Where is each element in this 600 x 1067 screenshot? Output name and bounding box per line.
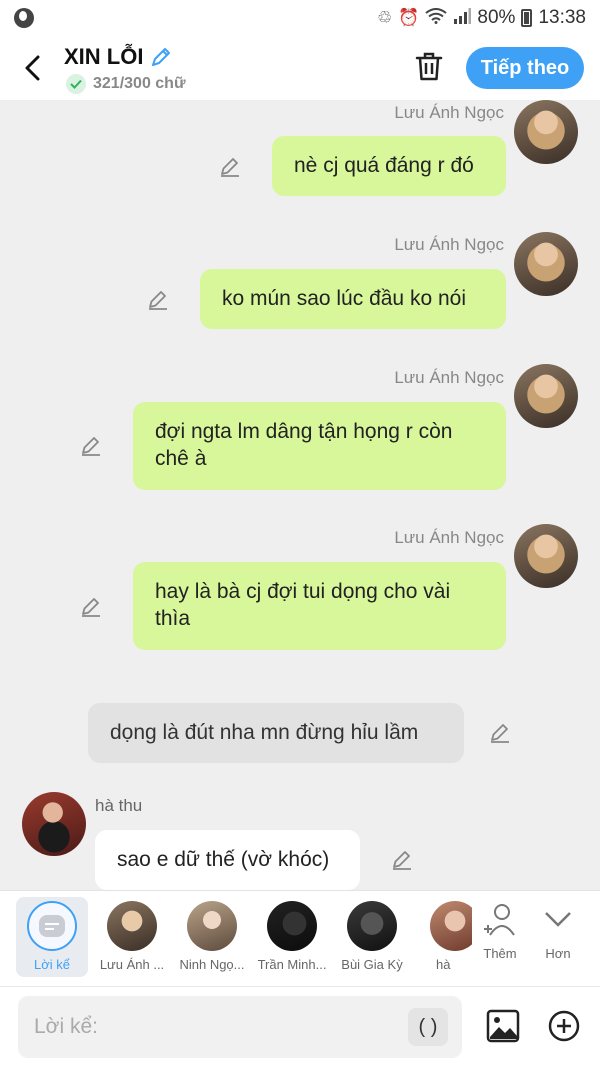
- character-item[interactable]: Ninh Ngọ...: [176, 897, 248, 977]
- message-bubble[interactable]: hay là bà cj đợi tui dọng cho vài thìa: [133, 562, 506, 650]
- avatar[interactable]: [22, 792, 86, 856]
- character-label: hà: [436, 957, 451, 972]
- edit-pencil-icon[interactable]: [146, 287, 170, 311]
- message-text-line: đợi ngta lm dâng tận họng r còn: [155, 420, 453, 443]
- alarm-icon: ⏰: [398, 8, 420, 27]
- edit-pencil-icon[interactable]: [488, 720, 512, 744]
- sender-name: Lưu Ánh Ngọc: [394, 235, 504, 254]
- avatar[interactable]: [514, 364, 578, 428]
- character-item[interactable]: Bùi Gia Kỳ: [336, 897, 408, 977]
- clock: 13:38: [538, 7, 586, 28]
- avatar[interactable]: [514, 232, 578, 296]
- avatar[interactable]: [514, 524, 578, 588]
- battery-icon: [521, 9, 533, 27]
- character-label: Trần Minh...: [257, 957, 327, 972]
- character-item[interactable]: Trần Minh...: [256, 897, 328, 977]
- edit-pencil-icon[interactable]: [218, 154, 242, 178]
- sender-name: Lưu Ánh Ngọc: [394, 528, 504, 547]
- edit-pencil-icon[interactable]: [390, 847, 414, 871]
- globe-icon: [14, 8, 34, 28]
- trash-icon[interactable]: [414, 50, 444, 82]
- sender-name: hà thu: [95, 796, 143, 815]
- edit-pencil-icon[interactable]: [79, 594, 103, 618]
- narration-text: dọng là đút nha mn đừng hỉu lầm: [110, 721, 419, 744]
- signal-icon: [453, 7, 472, 29]
- message-bubble[interactable]: sao e dữ thế (vờ khóc): [95, 830, 360, 890]
- sender-name: Lưu Ánh Ngọc: [394, 103, 504, 122]
- narrator-icon: [27, 901, 77, 951]
- status-bar: ♲ ⏰ 80% 13:38: [0, 0, 600, 36]
- add-character-label: Thêm: [483, 946, 517, 961]
- edit-pencil-icon[interactable]: [79, 433, 103, 457]
- input-bar: ( ): [0, 986, 600, 1067]
- app-header: XIN LỖI 321/300 chữ Tiếp theo: [0, 36, 600, 100]
- character-avatar: [187, 901, 237, 951]
- character-avatar: [347, 901, 397, 951]
- status-bar-right: ♲ ⏰ 80% 13:38: [377, 7, 586, 29]
- avatar[interactable]: [514, 100, 578, 164]
- message-bubble[interactable]: đợi ngta lm dâng tận họng r còn chê à: [133, 402, 506, 490]
- add-person-icon: [484, 904, 515, 936]
- sender-name: Lưu Ánh Ngọc: [394, 368, 504, 387]
- message-bubble[interactable]: nè cj quá đáng r đó: [272, 136, 506, 196]
- battery-percent: 80%: [477, 7, 516, 28]
- character-avatar: [430, 901, 472, 951]
- add-character-button[interactable]: Thêm: [470, 901, 530, 961]
- recycle-icon: ♲: [377, 8, 393, 27]
- narration-input[interactable]: [18, 996, 462, 1058]
- word-counter: 321/300 chữ: [66, 74, 186, 94]
- word-count-text: 321/300 chữ: [93, 75, 186, 92]
- next-button[interactable]: Tiếp theo: [466, 47, 584, 89]
- message-text: ko mún sao lúc đầu ko nói: [222, 287, 466, 310]
- more-button[interactable]: Hơn: [528, 901, 588, 961]
- story-title-text: XIN LỖI: [64, 44, 144, 69]
- check-icon: [66, 74, 86, 94]
- chevron-down-icon: [545, 912, 571, 927]
- message-text: sao e dữ thế (vờ khóc): [117, 848, 330, 871]
- image-icon[interactable]: [486, 1009, 520, 1043]
- parenthesis-button[interactable]: ( ): [408, 1008, 448, 1046]
- story-title[interactable]: XIN LỖI: [64, 44, 173, 70]
- character-label: Ninh Ngọ...: [179, 957, 245, 972]
- message-text-line: thìa: [155, 607, 191, 630]
- character-avatar: [267, 901, 317, 951]
- character-label: Lưu Ánh ...: [99, 957, 165, 972]
- character-label: Bùi Gia Kỳ: [341, 957, 403, 972]
- chat-area[interactable]: Lưu Ánh Ngọc nè cj quá đáng r đó Lưu Ánh…: [0, 100, 600, 890]
- character-item[interactable]: Lưu Ánh ...: [96, 897, 168, 977]
- more-label: Hơn: [545, 946, 571, 961]
- message-text-line: hay là bà cj đợi tui dọng cho vài: [155, 580, 451, 603]
- narration-bubble[interactable]: dọng là đút nha mn đừng hỉu lầm: [88, 703, 464, 763]
- character-bar: Lời kể Lưu Ánh ... Ninh Ngọ... Trần Minh…: [0, 890, 600, 986]
- edit-title-icon[interactable]: [149, 45, 173, 69]
- add-circle-icon[interactable]: [548, 1010, 580, 1042]
- message-text-line: chê à: [155, 447, 207, 470]
- character-narrator[interactable]: Lời kể: [16, 897, 88, 977]
- back-arrow-icon[interactable]: [20, 54, 46, 82]
- message-text: nè cj quá đáng r đó: [294, 154, 474, 177]
- character-label: Lời kể: [34, 957, 70, 972]
- character-avatar: [107, 901, 157, 951]
- wifi-icon: [425, 7, 448, 29]
- message-bubble[interactable]: ko mún sao lúc đầu ko nói: [200, 269, 506, 329]
- character-item[interactable]: hà: [416, 897, 472, 977]
